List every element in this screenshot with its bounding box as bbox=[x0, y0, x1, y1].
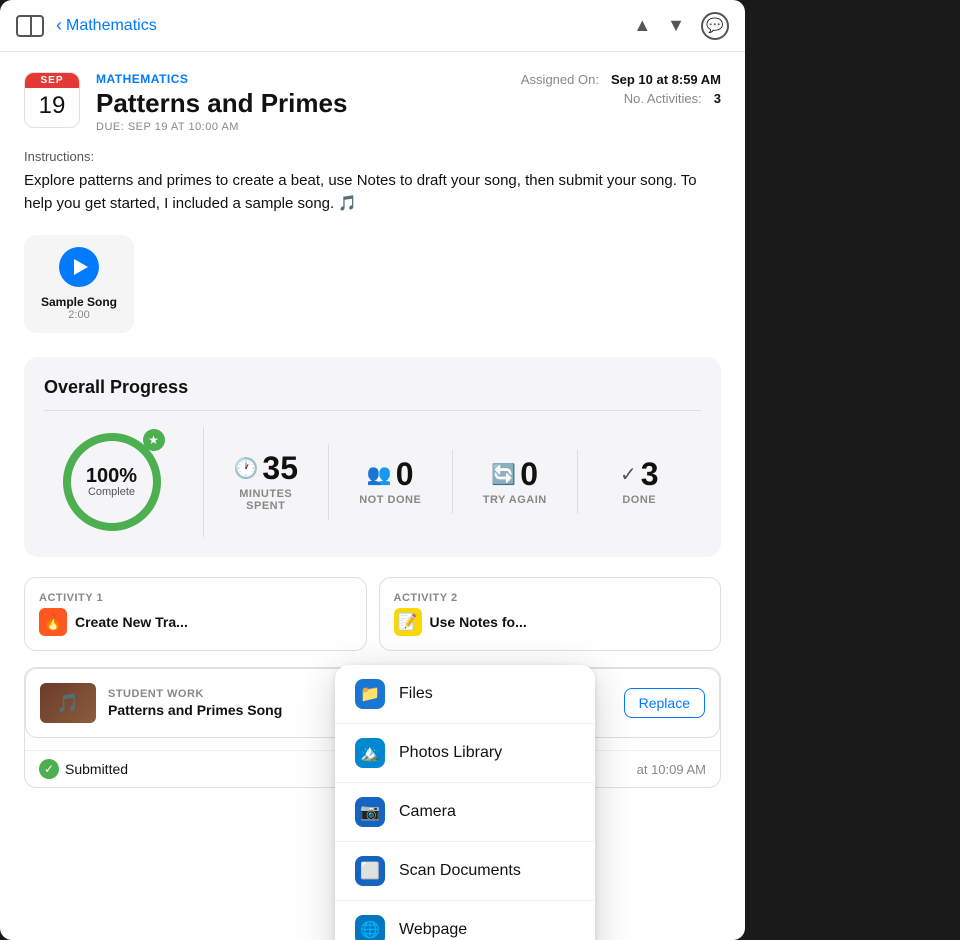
progress-circle: 100% Complete ★ bbox=[57, 427, 167, 537]
clock-icon: 🕐 bbox=[234, 456, 259, 481]
nav-bar: ‹ Mathematics ▲ ▼ 💬 bbox=[0, 0, 745, 52]
assignment-title: Patterns and Primes bbox=[96, 88, 501, 119]
activity-1-icon-row: 🔥 Create New Tra... bbox=[39, 608, 352, 636]
replace-button[interactable]: Replace bbox=[624, 688, 705, 718]
stat-minutes: 🕐 35 MINUTES SPENT bbox=[204, 444, 329, 520]
scan-label: Scan Documents bbox=[399, 862, 521, 880]
not-done-label: NOT DONE bbox=[359, 494, 421, 506]
camera-label: Camera bbox=[399, 803, 456, 821]
song-title: Sample Song bbox=[41, 295, 117, 309]
progress-circle-container: 100% Complete ★ bbox=[44, 427, 204, 537]
minutes-label: MINUTES SPENT bbox=[220, 488, 312, 512]
activity-2-icon-row: 📝 Use Notes fo... bbox=[394, 608, 707, 636]
done-label: DONE bbox=[622, 494, 656, 506]
due-date: DUE: SEP 19 AT 10:00 AM bbox=[96, 121, 501, 133]
song-card[interactable]: Sample Song 2:00 bbox=[24, 235, 134, 333]
activity-1-meta: ACTIVITY 1 bbox=[39, 592, 352, 604]
back-chevron-icon: ‹ bbox=[56, 15, 62, 36]
camera-icon: 📷 bbox=[355, 797, 385, 827]
instructions-label: Instructions: bbox=[24, 149, 721, 164]
dropdown-menu: 📁 Files 🏔️ Photos Library 📷 Camera ⬜ Sca… bbox=[335, 665, 595, 940]
star-badge: ★ bbox=[143, 429, 165, 451]
not-done-value: 0 bbox=[396, 458, 414, 490]
dropdown-webpage[interactable]: 🌐 Webpage bbox=[335, 901, 595, 940]
calendar-month: SEP bbox=[25, 73, 79, 88]
progress-section: Overall Progress 100% Complete ★ bbox=[24, 357, 721, 557]
submitted-label: Submitted bbox=[65, 761, 128, 777]
try-again-icon: 🔄 bbox=[491, 462, 516, 487]
dropdown-photos[interactable]: 🏔️ Photos Library bbox=[335, 724, 595, 783]
progress-title: Overall Progress bbox=[44, 377, 701, 411]
progress-stats: 100% Complete ★ 🕐 35 MINUTES SPENT bbox=[44, 427, 701, 537]
try-again-label: TRY AGAIN bbox=[483, 494, 547, 506]
dropdown-files[interactable]: 📁 Files bbox=[335, 665, 595, 724]
comment-button[interactable]: 💬 bbox=[701, 12, 729, 40]
instructions-section: Instructions: Explore patterns and prime… bbox=[24, 149, 721, 215]
song-duration: 2:00 bbox=[68, 309, 89, 321]
activities-label: No. Activities: bbox=[624, 91, 702, 106]
activity-card-1[interactable]: ACTIVITY 1 🔥 Create New Tra... bbox=[24, 577, 367, 651]
activity-row: ACTIVITY 1 🔥 Create New Tra... ACTIVITY … bbox=[24, 577, 721, 651]
dropdown-camera[interactable]: 📷 Camera bbox=[335, 783, 595, 842]
files-label: Files bbox=[399, 685, 433, 703]
play-icon bbox=[74, 259, 88, 275]
down-arrow-button[interactable]: ▼ bbox=[667, 15, 685, 36]
activity-2-icon: 📝 bbox=[394, 608, 422, 636]
nav-back-button[interactable]: ‹ Mathematics bbox=[56, 15, 157, 36]
photos-icon: 🏔️ bbox=[355, 738, 385, 768]
files-icon: 📁 bbox=[355, 679, 385, 709]
play-button[interactable] bbox=[59, 247, 99, 287]
done-icon: ✓ bbox=[620, 462, 637, 487]
stat-not-done: 👥 0 NOT DONE bbox=[329, 450, 454, 514]
activity-card-2[interactable]: ACTIVITY 2 📝 Use Notes fo... bbox=[379, 577, 722, 651]
photos-label: Photos Library bbox=[399, 744, 502, 762]
activity-2-meta: ACTIVITY 2 bbox=[394, 592, 707, 604]
assignment-header: SEP 19 MATHEMATICS Patterns and Primes D… bbox=[24, 72, 721, 133]
comment-icon: 💬 bbox=[706, 17, 723, 34]
assignment-meta: Assigned On: Sep 10 at 8:59 AM No. Activ… bbox=[521, 72, 721, 133]
activity-1-icon: 🔥 bbox=[39, 608, 67, 636]
submitted-check-icon: ✓ bbox=[39, 759, 59, 779]
done-value: 3 bbox=[641, 458, 659, 490]
stat-done: ✓ 3 DONE bbox=[578, 450, 702, 514]
sidebar-toggle[interactable] bbox=[16, 15, 44, 37]
minutes-value: 35 bbox=[262, 452, 298, 484]
progress-percent: 100% bbox=[86, 466, 137, 486]
activity-2-name: Use Notes fo... bbox=[430, 614, 527, 630]
subject-label: MATHEMATICS bbox=[96, 72, 501, 86]
scan-icon: ⬜ bbox=[355, 856, 385, 886]
up-arrow-button[interactable]: ▲ bbox=[633, 15, 651, 36]
webpage-icon: 🌐 bbox=[355, 915, 385, 940]
calendar-icon: SEP 19 bbox=[24, 72, 80, 128]
back-label: Mathematics bbox=[66, 17, 157, 35]
stat-try-again: 🔄 0 TRY AGAIN bbox=[453, 450, 578, 514]
instructions-text: Explore patterns and primes to create a … bbox=[24, 170, 721, 215]
dropdown-scan[interactable]: ⬜ Scan Documents bbox=[335, 842, 595, 901]
nav-actions: ▲ ▼ 💬 bbox=[633, 12, 729, 40]
submitted-time: at 10:09 AM bbox=[637, 762, 706, 777]
student-work-thumbnail: 🎵 bbox=[40, 683, 96, 723]
right-panel bbox=[745, 0, 960, 940]
try-again-value: 0 bbox=[520, 458, 538, 490]
assigned-label: Assigned On: bbox=[521, 72, 599, 87]
activities-value: 3 bbox=[714, 91, 721, 106]
calendar-day: 19 bbox=[25, 88, 79, 124]
assignment-info: MATHEMATICS Patterns and Primes DUE: SEP… bbox=[96, 72, 501, 133]
not-done-icon: 👥 bbox=[367, 462, 392, 487]
webpage-label: Webpage bbox=[399, 921, 467, 939]
progress-complete-label: Complete bbox=[86, 486, 137, 498]
assigned-value: Sep 10 at 8:59 AM bbox=[611, 72, 721, 87]
activity-1-name: Create New Tra... bbox=[75, 614, 188, 630]
